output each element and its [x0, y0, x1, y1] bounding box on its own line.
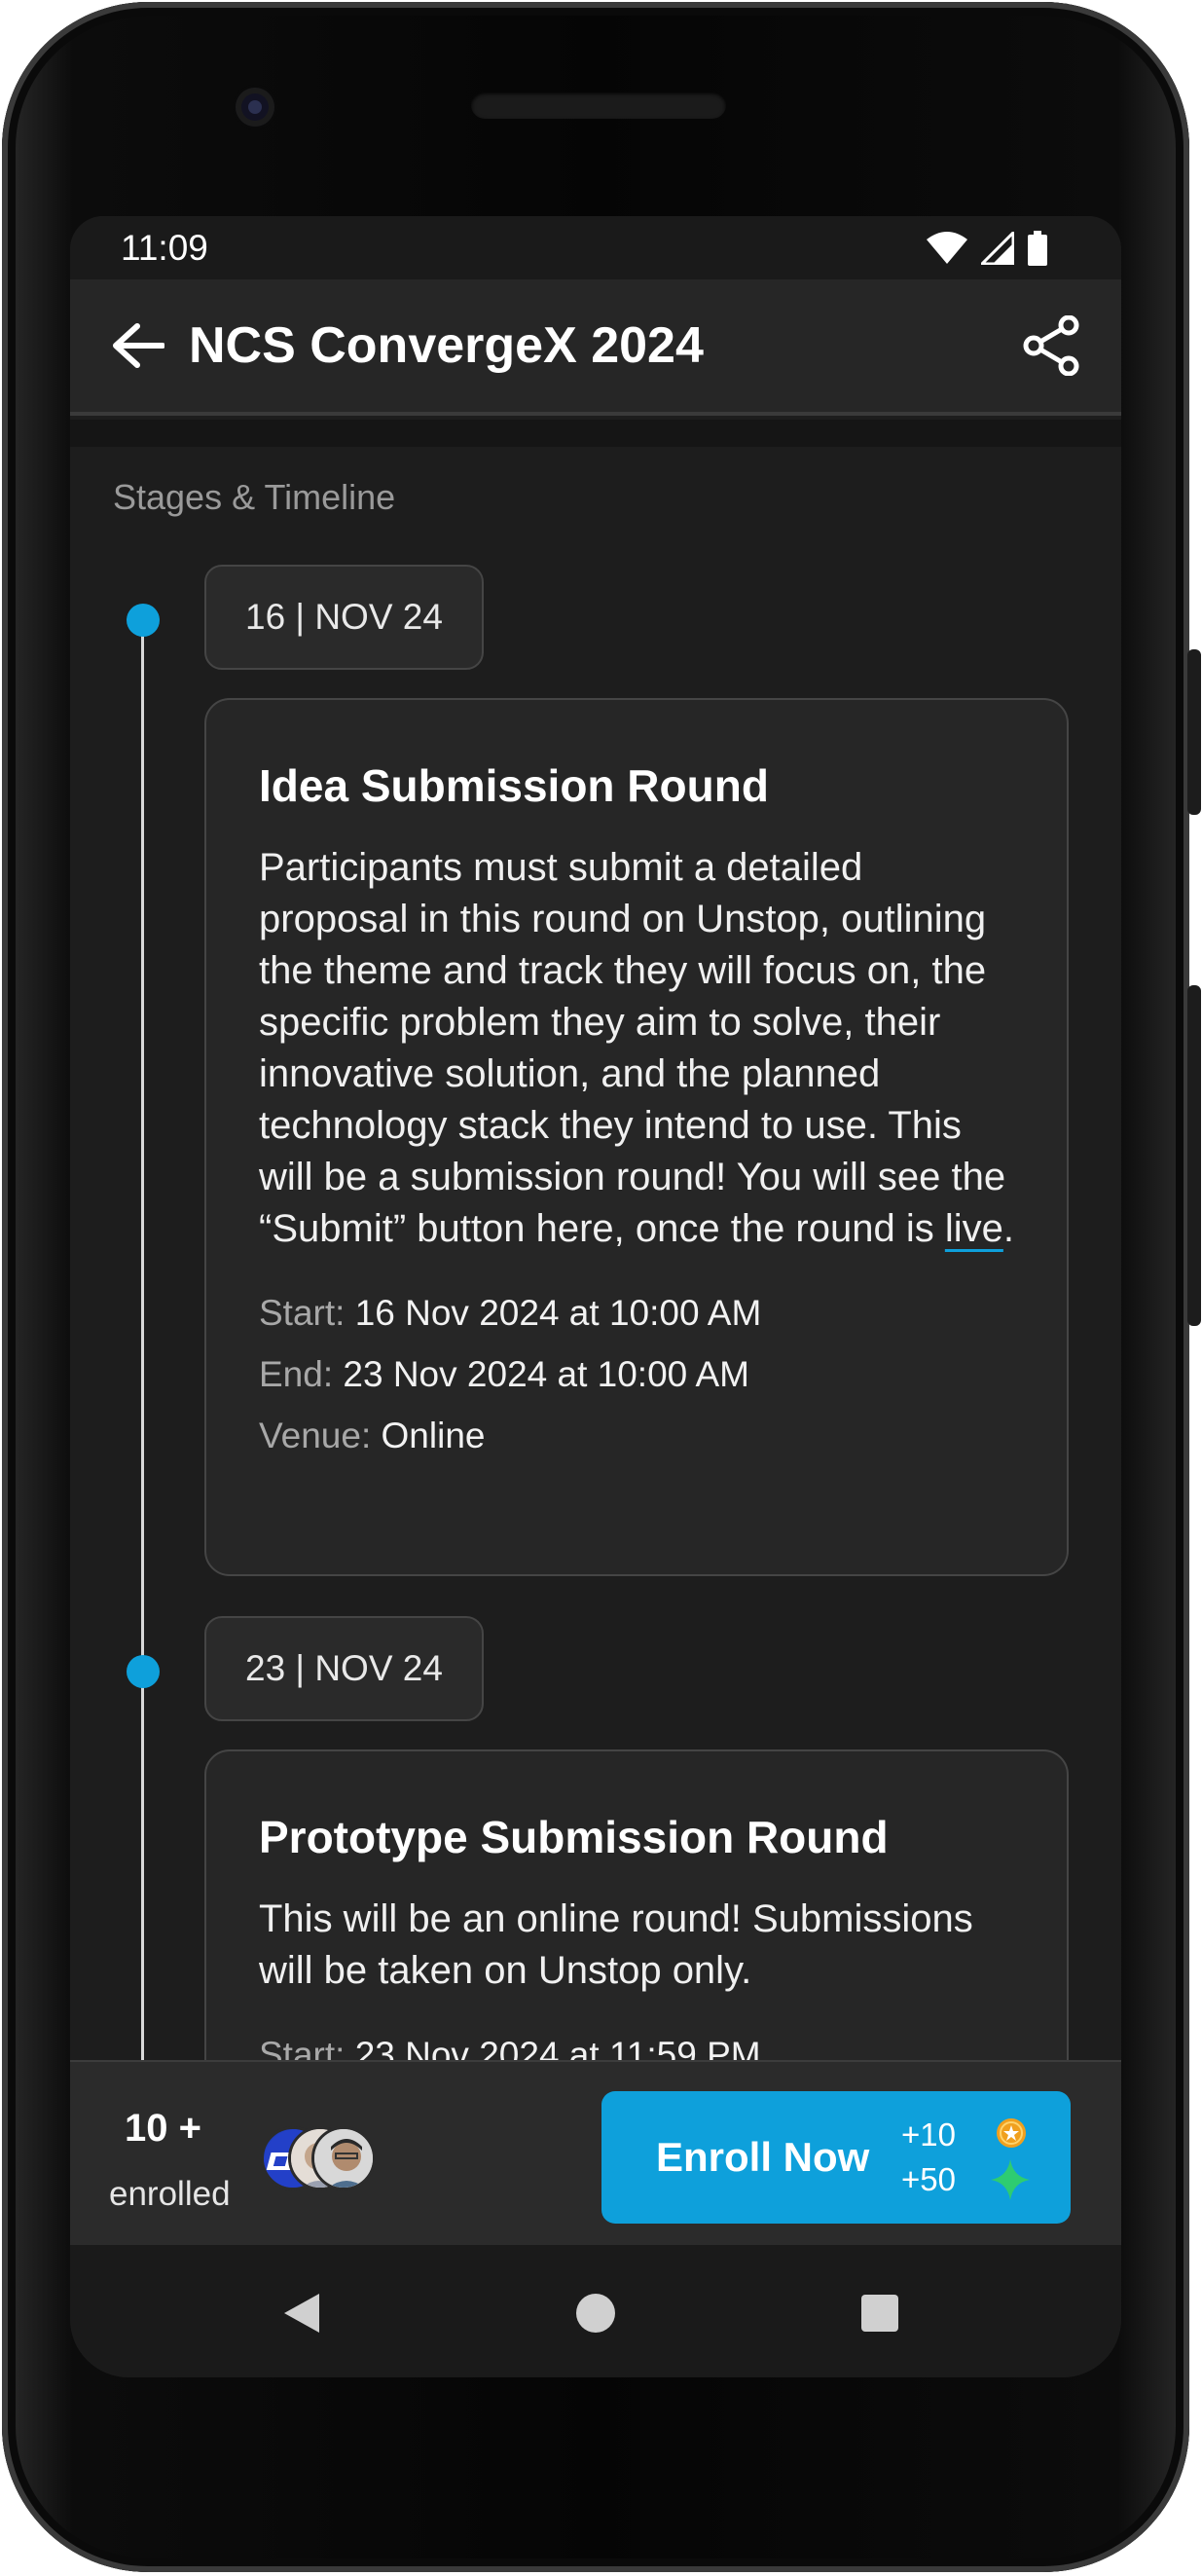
stage-title: Idea Submission Round	[259, 760, 769, 811]
nav-recents-icon[interactable]	[851, 2284, 909, 2342]
power-button	[1187, 985, 1201, 1326]
nav-home-icon[interactable]	[566, 2284, 625, 2342]
earpiece-speaker	[471, 92, 726, 119]
end-value: 23 Nov 2024 at 10:00 AM	[343, 1354, 749, 1394]
status-time: 11:09	[121, 227, 208, 268]
volume-button	[1187, 649, 1201, 815]
enrolled-avatars	[261, 2126, 387, 2194]
status-icons	[927, 230, 1047, 266]
enroll-now-button[interactable]: Enroll Now +10 +50	[601, 2091, 1071, 2224]
stage-meta: Start: 16 Nov 2024 at 10:00 AM End: 23 N…	[259, 1282, 1016, 1466]
timeline-dot	[127, 604, 160, 637]
start-value: 16 Nov 2024 at 10:00 AM	[354, 1293, 762, 1333]
reward-coins: +10	[901, 2116, 956, 2153]
timeline-line	[141, 1672, 144, 2061]
stage-date-chip: 16 | NOV 24	[204, 565, 484, 670]
app-bar: NCS ConvergeX 2024	[70, 279, 1121, 416]
back-arrow-icon[interactable]	[109, 316, 167, 375]
enrolled-label: enrolled	[109, 2175, 231, 2213]
front-camera	[236, 88, 274, 127]
timeline-dot	[127, 1655, 160, 1688]
section-title: Stages & Timeline	[113, 477, 396, 517]
battery-icon	[1028, 230, 1047, 266]
stage-venue: Venue: Online	[259, 1405, 1016, 1466]
signal-icon	[981, 231, 1014, 265]
enroll-bar: 10 + enrolled Enroll Now +10 +50	[70, 2060, 1121, 2245]
enrolled-count: 10 +	[125, 2107, 201, 2150]
stage-description: This will be an online round! Submission…	[259, 1897, 973, 1992]
stage-title: Prototype Submission Round	[259, 1812, 889, 1862]
phone-frame: 11:09 NCS ConvergeX 2024 Stages & Timeli…	[2, 2, 1201, 2572]
live-link[interactable]: live	[945, 1207, 1003, 1250]
sparkle-icon	[991, 2159, 1030, 2200]
stage-description-text: Participants must submit a detailed prop…	[259, 846, 1006, 1250]
timeline-line	[141, 620, 144, 1672]
stage-start: Start: 16 Nov 2024 at 10:00 AM	[259, 1282, 1016, 1343]
enroll-button-label: Enroll Now	[656, 2134, 870, 2180]
system-nav-bar	[70, 2245, 1121, 2377]
venue-value: Online	[381, 1416, 486, 1455]
stage-date-chip: 23 | NOV 24	[204, 1616, 484, 1721]
page-title: NCS ConvergeX 2024	[189, 317, 704, 374]
venue-label: Venue:	[259, 1416, 372, 1455]
avatar	[311, 2126, 376, 2190]
nav-back-icon[interactable]	[273, 2284, 331, 2342]
end-label: End:	[259, 1354, 334, 1394]
stage-card: Idea Submission Round Participants must …	[204, 698, 1069, 1576]
stage-description: Participants must submit a detailed prop…	[259, 842, 1016, 1255]
stage-end: End: 23 Nov 2024 at 10:00 AM	[259, 1343, 1016, 1405]
share-icon[interactable]	[1020, 314, 1082, 377]
reward-xp: +50	[901, 2161, 956, 2197]
start-label: Start:	[259, 1293, 346, 1333]
header-shadow	[70, 420, 1121, 447]
rewards: +10 +50	[901, 2113, 956, 2202]
wifi-icon	[927, 231, 967, 264]
screen: 11:09 NCS ConvergeX 2024 Stages & Timeli…	[70, 216, 1121, 2377]
status-bar: 11:09	[70, 216, 1121, 279]
stage-description-end: .	[1002, 1207, 1014, 1250]
coin-icon	[997, 2118, 1026, 2148]
